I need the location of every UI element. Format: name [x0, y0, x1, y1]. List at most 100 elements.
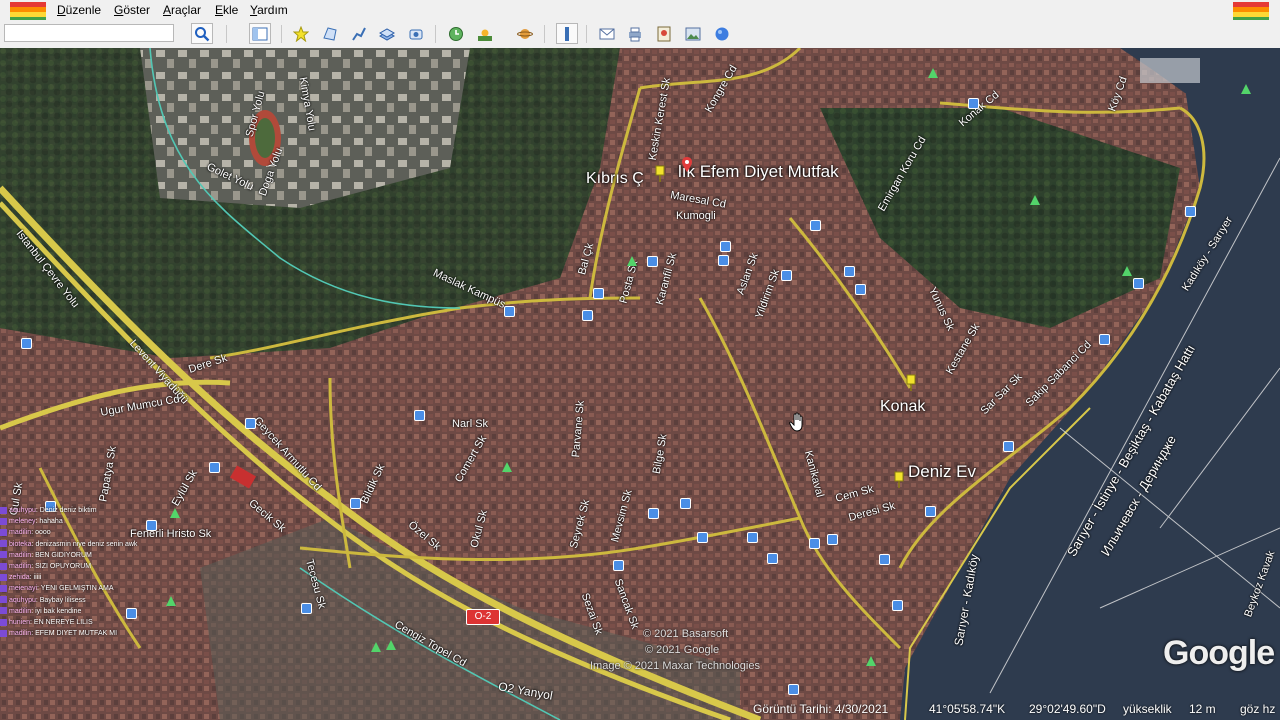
- transit-stop-icon[interactable]: [720, 241, 731, 252]
- transit-stop-icon[interactable]: [648, 508, 659, 519]
- chat-message: meleney: hahaha: [0, 516, 175, 527]
- chat-text: EN NEREYE LILIS: [33, 619, 93, 627]
- chat-badge-icon: [0, 607, 7, 615]
- transit-stop-icon[interactable]: [747, 532, 758, 543]
- transit-stop-icon[interactable]: [855, 284, 866, 295]
- transit-stop-icon[interactable]: [827, 534, 838, 545]
- save-map-button[interactable]: [653, 23, 675, 44]
- transit-stop-icon[interactable]: [209, 462, 220, 473]
- chat-username: madilin: [9, 563, 32, 571]
- transit-stop-icon[interactable]: [718, 255, 729, 266]
- transit-stop-icon[interactable]: [582, 310, 593, 321]
- transit-stop-icon[interactable]: [680, 498, 691, 509]
- transit-stop-icon[interactable]: [879, 554, 890, 565]
- chat-username: madilin: [9, 607, 32, 615]
- menu-help[interactable]: Yardım: [250, 3, 288, 17]
- imagery-date: Görüntü Tarihi: 4/30/2021: [753, 702, 889, 716]
- chat-text: EFEM DIYET MUTFAK MI: [35, 630, 118, 638]
- transit-stop-icon[interactable]: [245, 418, 256, 429]
- menu-tools[interactable]: Araçlar: [163, 3, 201, 17]
- park-icon[interactable]: [928, 68, 938, 78]
- place-label-kibris[interactable]: Kıbrıs Ç: [586, 170, 644, 188]
- chat-text: oooo: [35, 529, 51, 537]
- yellow-pushpin-icon[interactable]: [905, 373, 917, 391]
- place-label-efem-diyet-mutfak[interactable]: lık Efem Diyet Mutfak: [678, 162, 839, 182]
- polygon-icon: [323, 26, 337, 41]
- sidebar-icon: [252, 27, 268, 40]
- map-viewport[interactable]: Spor Yolu Kimya Yolu Golet Yolu Doga Yol…: [0, 48, 1280, 720]
- transit-stop-icon[interactable]: [1185, 206, 1196, 217]
- planets-button[interactable]: [514, 23, 536, 44]
- transit-stop-icon[interactable]: [613, 560, 624, 571]
- transit-stop-icon[interactable]: [767, 553, 778, 564]
- sidebar-toggle-button[interactable]: [249, 23, 271, 44]
- chat-badge-icon: [0, 517, 7, 525]
- yellow-pushpin-icon[interactable]: [654, 164, 666, 182]
- transit-stop-icon[interactable]: [504, 306, 515, 317]
- park-icon[interactable]: [386, 640, 396, 650]
- yellow-pushpin-icon[interactable]: [893, 470, 905, 488]
- transit-stop-icon[interactable]: [925, 506, 936, 517]
- chat-text: YENI GELMIŞTIN AMA: [40, 585, 114, 593]
- add-placemark-button[interactable]: [290, 23, 312, 44]
- menu-view[interactable]: Göster: [114, 3, 150, 17]
- transit-stop-icon[interactable]: [350, 498, 361, 509]
- chat-username: zehida: [9, 574, 30, 582]
- print-button[interactable]: [624, 23, 646, 44]
- park-icon[interactable]: [371, 642, 381, 652]
- search-button[interactable]: [191, 23, 213, 44]
- history-icon: [449, 26, 463, 41]
- path-icon: [352, 27, 366, 41]
- place-label-deniz-ev[interactable]: Deniz Ev: [908, 462, 976, 482]
- park-icon[interactable]: [502, 462, 512, 472]
- record-tour-button[interactable]: [405, 23, 427, 44]
- park-icon[interactable]: [866, 656, 876, 666]
- add-path-button[interactable]: [348, 23, 370, 44]
- chat-badge-icon: [0, 629, 7, 637]
- chat-badge-icon: [0, 506, 7, 514]
- transit-stop-icon[interactable]: [1133, 278, 1144, 289]
- park-icon[interactable]: [627, 256, 637, 266]
- ruler-button[interactable]: [556, 23, 578, 44]
- menu-add[interactable]: Ekle: [215, 3, 238, 17]
- save-image-button[interactable]: [682, 23, 704, 44]
- chat-username: meleney: [9, 518, 36, 526]
- transit-stop-icon[interactable]: [21, 338, 32, 349]
- chat-text: iiiii: [33, 574, 42, 582]
- transit-stop-icon[interactable]: [810, 220, 821, 231]
- place-label-konak[interactable]: Konak: [880, 398, 925, 416]
- transit-stop-icon[interactable]: [968, 98, 979, 109]
- road-label: Narl Sk: [452, 418, 489, 430]
- transit-stop-icon[interactable]: [593, 288, 604, 299]
- transit-stop-icon[interactable]: [414, 410, 425, 421]
- transit-stop-icon[interactable]: [781, 270, 792, 281]
- red-location-pin-icon[interactable]: [681, 156, 693, 174]
- menu-edit[interactable]: Düzenle: [57, 3, 101, 17]
- transit-stop-icon[interactable]: [1003, 441, 1014, 452]
- transit-stop-icon[interactable]: [647, 256, 658, 267]
- transit-stop-icon[interactable]: [788, 684, 799, 695]
- save-map-icon: [657, 26, 671, 41]
- transit-stop-icon[interactable]: [892, 600, 903, 611]
- park-icon[interactable]: [1030, 195, 1040, 205]
- transit-stop-icon[interactable]: [697, 532, 708, 543]
- chat-text: denizasmin niye deniz senin awk: [35, 540, 138, 548]
- chat-text: iyi bak kendine: [35, 607, 82, 615]
- park-icon[interactable]: [1122, 266, 1132, 276]
- transit-stop-icon[interactable]: [809, 538, 820, 549]
- search-input[interactable]: [4, 24, 174, 42]
- sunlight-icon: [478, 29, 492, 41]
- transit-stop-icon[interactable]: [1099, 334, 1110, 345]
- menu-help-label: ardım: [257, 3, 288, 17]
- email-button[interactable]: [596, 23, 618, 44]
- add-overlay-button[interactable]: [376, 23, 398, 44]
- menu-add-label: kle: [223, 3, 239, 17]
- view-in-maps-button[interactable]: [711, 23, 733, 44]
- historical-imagery-button[interactable]: [445, 23, 467, 44]
- search-icon: [195, 26, 210, 41]
- park-icon[interactable]: [1241, 84, 1251, 94]
- sunlight-button[interactable]: [474, 23, 496, 44]
- transit-stop-icon[interactable]: [844, 266, 855, 277]
- transit-stop-icon[interactable]: [301, 603, 312, 614]
- add-polygon-button[interactable]: [319, 23, 341, 44]
